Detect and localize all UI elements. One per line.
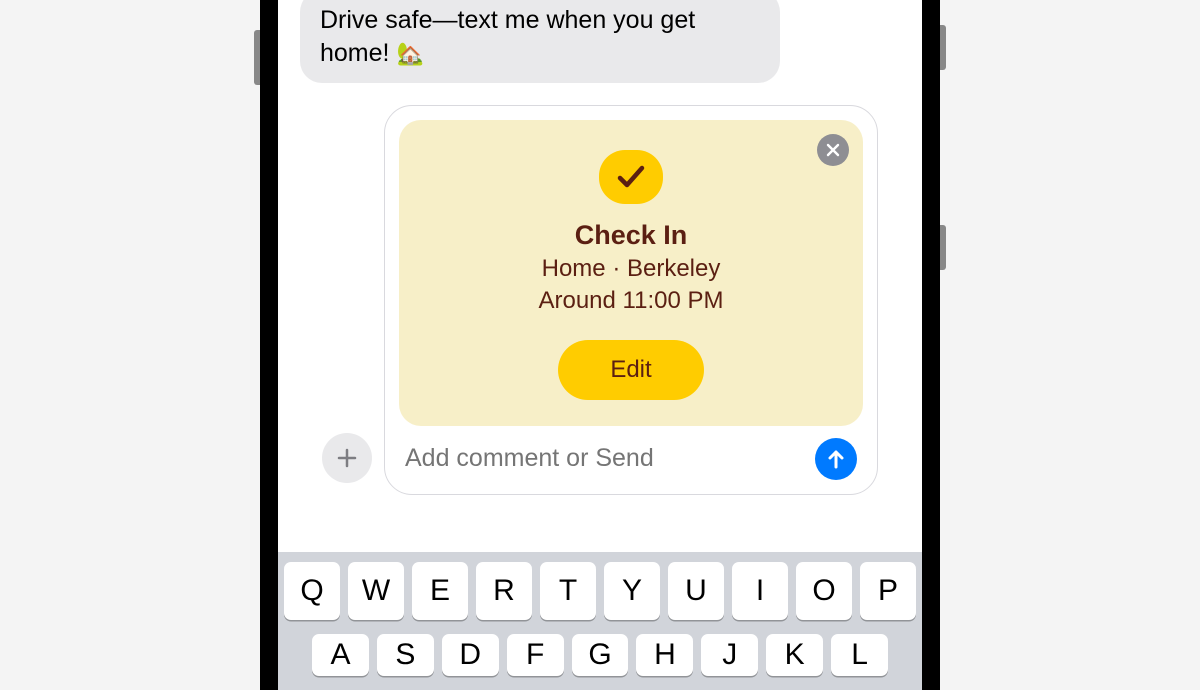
attachments-plus-button[interactable] bbox=[322, 433, 372, 483]
key-p[interactable]: P bbox=[860, 562, 916, 620]
compose-card: Check In Home · Berkeley Around 11:00 PM… bbox=[384, 105, 878, 495]
key-i[interactable]: I bbox=[732, 562, 788, 620]
checkmark-icon bbox=[614, 160, 648, 194]
phone-side-button-right-upper bbox=[940, 25, 946, 70]
key-j[interactable]: J bbox=[701, 634, 758, 676]
compose-input-row bbox=[399, 426, 863, 484]
key-g[interactable]: G bbox=[572, 634, 629, 676]
key-h[interactable]: H bbox=[636, 634, 693, 676]
compose-input[interactable] bbox=[405, 444, 803, 473]
key-s[interactable]: S bbox=[377, 634, 434, 676]
key-l[interactable]: L bbox=[831, 634, 888, 676]
edit-checkin-button[interactable]: Edit bbox=[558, 340, 703, 400]
phone-side-button-left bbox=[254, 30, 260, 85]
keyboard-row-2: A S D F G H J K L bbox=[284, 634, 916, 676]
checkin-location: Home · Berkeley bbox=[542, 253, 721, 285]
key-r[interactable]: R bbox=[476, 562, 532, 620]
close-checkin-button[interactable] bbox=[817, 134, 849, 166]
phone-side-button-right-lower bbox=[940, 225, 946, 270]
plus-icon bbox=[335, 446, 359, 470]
key-q[interactable]: Q bbox=[284, 562, 340, 620]
checkin-badge bbox=[599, 150, 663, 204]
arrow-up-icon bbox=[825, 448, 847, 470]
key-t[interactable]: T bbox=[540, 562, 596, 620]
key-k[interactable]: K bbox=[766, 634, 823, 676]
screen: Drive safe—text me when you get home! 🏡 bbox=[278, 0, 922, 690]
key-u[interactable]: U bbox=[668, 562, 724, 620]
incoming-message-bubble: Drive safe—text me when you get home! 🏡 bbox=[300, 0, 780, 83]
checkin-time: Around 11:00 PM bbox=[538, 285, 723, 317]
compose-row: Check In Home · Berkeley Around 11:00 PM… bbox=[300, 93, 900, 507]
keyboard: Q W E R T Y U I O P A S D F G H J K L bbox=[278, 552, 922, 690]
key-a[interactable]: A bbox=[312, 634, 369, 676]
house-emoji: 🏡 bbox=[396, 41, 423, 66]
checkin-title: Check In bbox=[575, 220, 688, 251]
keyboard-row-1: Q W E R T Y U I O P bbox=[284, 562, 916, 620]
key-d[interactable]: D bbox=[442, 634, 499, 676]
chat-area: Drive safe—text me when you get home! 🏡 bbox=[278, 0, 922, 552]
incoming-message-text: Drive safe—text me when you get home! bbox=[320, 6, 695, 67]
close-icon bbox=[826, 143, 840, 157]
checkin-card: Check In Home · Berkeley Around 11:00 PM… bbox=[399, 120, 863, 426]
key-f[interactable]: F bbox=[507, 634, 564, 676]
key-o[interactable]: O bbox=[796, 562, 852, 620]
send-button[interactable] bbox=[815, 438, 857, 480]
key-y[interactable]: Y bbox=[604, 562, 660, 620]
key-w[interactable]: W bbox=[348, 562, 404, 620]
phone-frame: Drive safe—text me when you get home! 🏡 bbox=[260, 0, 940, 690]
key-e[interactable]: E bbox=[412, 562, 468, 620]
